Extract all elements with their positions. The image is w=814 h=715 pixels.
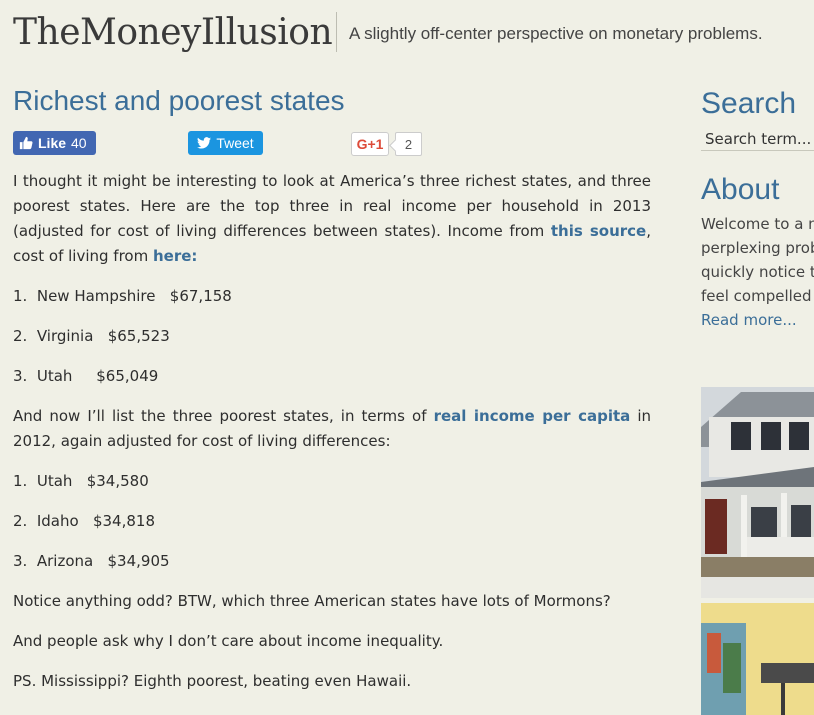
google-plus-button[interactable]: G+1 bbox=[351, 132, 389, 156]
read-more-link[interactable]: Read more... bbox=[701, 308, 814, 332]
poorest-item-1: 1. Utah $34,580 bbox=[13, 472, 149, 490]
facebook-like-button[interactable]: Like 40 bbox=[13, 131, 96, 155]
real-income-per-capita-link[interactable]: real income per capita bbox=[434, 407, 631, 425]
poorest-item-3: 3. Arizona $34,905 bbox=[13, 552, 170, 570]
about-line: feel compelled bbox=[701, 287, 812, 305]
poorest-item-2: 2. Idaho $34,818 bbox=[13, 512, 156, 530]
tweet-label: Tweet bbox=[216, 135, 254, 151]
social-share-bar: Like 40 Tweet G+1 2 bbox=[13, 131, 651, 165]
google-plus-count: 2 bbox=[395, 132, 422, 156]
interior-photo-image bbox=[701, 603, 814, 715]
richest-item-2: 2. Virginia $65,523 bbox=[13, 327, 170, 345]
twitter-bird-icon bbox=[197, 137, 212, 149]
odd-paragraph: Notice anything odd? BTW, which three Am… bbox=[13, 592, 611, 610]
richest-item-1: 1. New Hampshire $67,158 bbox=[13, 287, 232, 305]
house-photo[interactable] bbox=[701, 387, 814, 598]
like-count: 40 bbox=[71, 135, 87, 151]
about-widget-title: About bbox=[701, 173, 780, 206]
about-line: perplexing prob bbox=[701, 239, 814, 257]
here-link[interactable]: here bbox=[153, 247, 191, 265]
house-photo-image bbox=[701, 387, 814, 598]
thumbs-up-icon bbox=[19, 136, 33, 150]
header-divider bbox=[336, 12, 337, 52]
site-title[interactable]: TheMoneyIllusion bbox=[13, 12, 333, 53]
poorest-intro-paragraph: And now I’ll list the three poorest stat… bbox=[13, 404, 651, 454]
intro-paragraph: I thought it might be interesting to loo… bbox=[13, 169, 651, 269]
blog-post: Richest and poorest states Like 40 Tweet… bbox=[13, 84, 651, 709]
interior-photo[interactable] bbox=[701, 603, 814, 715]
about-line: quickly notice t bbox=[701, 263, 814, 281]
sidebar: Search About Welcome to a n perplexing p… bbox=[701, 86, 814, 332]
site-header: TheMoneyIllusion A slightly off-center p… bbox=[0, 0, 814, 70]
search-input[interactable] bbox=[701, 127, 814, 151]
richest-item-3: 3. Utah $65,049 bbox=[13, 367, 159, 385]
about-line: Welcome to a n bbox=[701, 215, 814, 233]
tweet-button[interactable]: Tweet bbox=[188, 131, 263, 155]
post-title[interactable]: Richest and poorest states bbox=[13, 84, 651, 118]
search-widget-title: Search bbox=[701, 87, 797, 120]
poor-intro-text: And now I’ll list the three poorest stat… bbox=[13, 407, 434, 425]
site-tagline: A slightly off-center perspective on mon… bbox=[349, 24, 763, 43]
post-body: I thought it might be interesting to loo… bbox=[13, 169, 651, 694]
here-link-colon[interactable]: : bbox=[191, 247, 197, 265]
inequality-paragraph: And people ask why I don’t care about in… bbox=[13, 632, 444, 650]
ps-paragraph: PS. Mississippi? Eighth poorest, beating… bbox=[13, 672, 412, 690]
this-source-link[interactable]: this source bbox=[551, 222, 646, 240]
like-label: Like bbox=[38, 135, 67, 151]
about-text: Welcome to a n perplexing prob quickly n… bbox=[701, 212, 814, 308]
